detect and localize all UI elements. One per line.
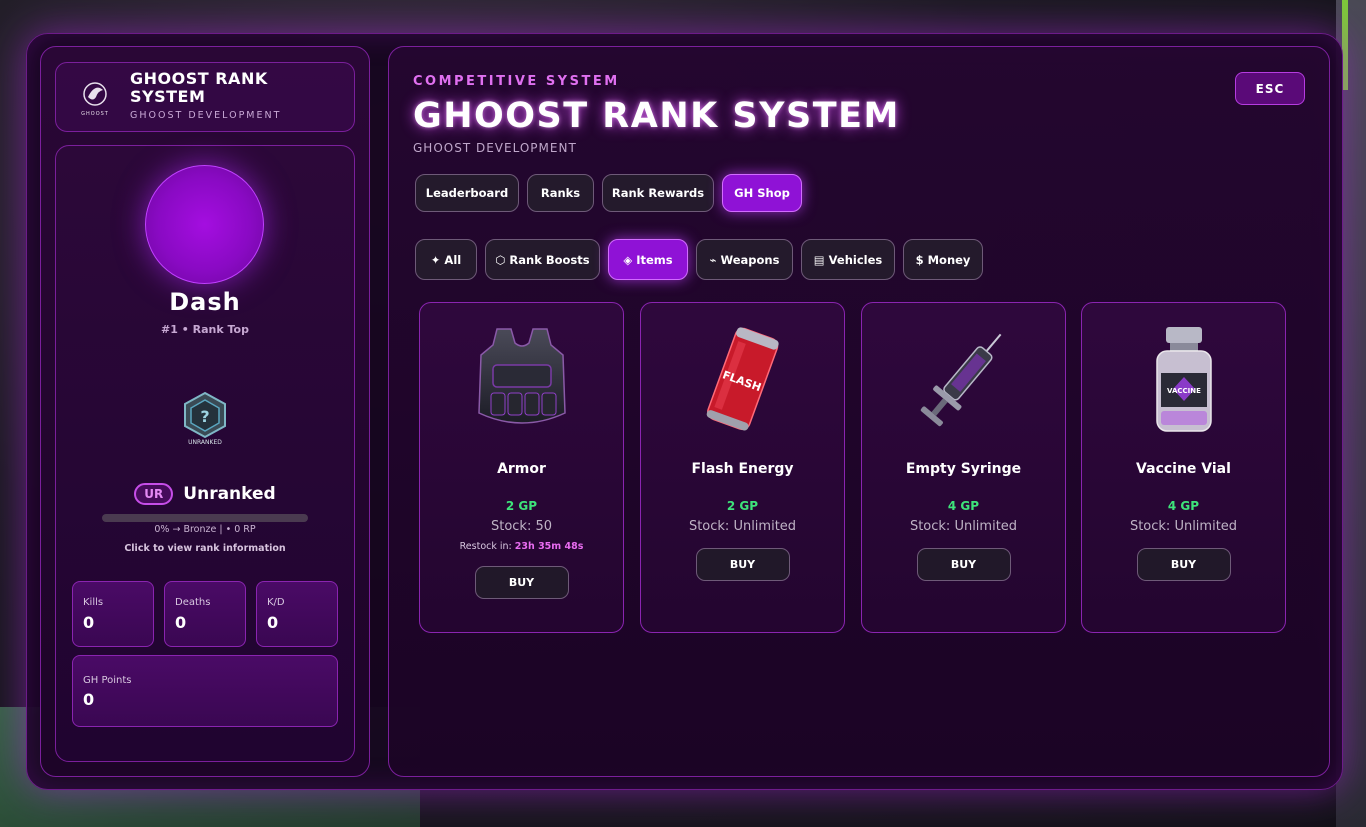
rank-row: UR Unranked: [55, 483, 355, 505]
item-price: 2 GP: [505, 499, 538, 513]
filter-weapons[interactable]: ⌁ Weapons: [696, 239, 793, 280]
item-stock: Stock: 50: [490, 519, 553, 534]
restock-label: Restock in:: [459, 541, 512, 552]
filter-items[interactable]: ◈ Items: [608, 239, 688, 280]
weapon-icon: ⌁: [709, 252, 717, 267]
shop-item-card-flash-energy: FLASH Flash Energy 2 GP Stock: Unlimited…: [640, 302, 845, 633]
filter-label: Money: [927, 252, 971, 267]
item-price: 4 GP: [1167, 499, 1200, 513]
item-stock: Stock: Unlimited: [909, 519, 1018, 534]
svg-text:?: ?: [200, 407, 209, 426]
shop-item-card-armor: Armor 2 GP Stock: 50 Restock in: 23h 35m…: [419, 302, 624, 633]
stat-kills: Kills 0: [72, 581, 154, 647]
tab-gh-shop[interactable]: GH Shop: [722, 174, 802, 212]
stat-kills-label: Kills: [83, 597, 104, 608]
armor-vest-icon: [477, 328, 566, 424]
hexagon-icon: ⬡: [495, 252, 506, 267]
section-kicker: COMPETITIVE SYSTEM: [413, 74, 620, 89]
energy-can-icon: FLASH: [706, 327, 779, 431]
stat-kd: K/D 0: [256, 581, 338, 647]
buy-button[interactable]: BUY: [695, 548, 790, 581]
page-subtitle: GHOOST DEVELOPMENT: [413, 141, 577, 155]
brand-title: GHOOST RANK SYSTEM: [130, 69, 268, 106]
vehicle-icon: ▤: [813, 252, 825, 267]
filter-label: Rank Boosts: [509, 252, 590, 267]
stat-deaths-label: Deaths: [175, 597, 211, 608]
filter-label: All: [444, 252, 462, 267]
filter-rank-boosts[interactable]: ⬡ Rank Boosts: [485, 239, 600, 280]
filter-vehicles[interactable]: ▤ Vehicles: [801, 239, 895, 280]
item-name: Flash Energy: [691, 461, 794, 477]
brand-header: GHOOST GHOOST RANK SYSTEM GHOOST DEVELOP…: [55, 62, 355, 132]
item-restock: Restock in: 23h 35m 48s: [420, 541, 623, 552]
player-rank-position: #1 • Rank Top: [161, 323, 249, 336]
close-button[interactable]: ESC: [1235, 72, 1305, 105]
buy-button[interactable]: BUY: [916, 548, 1011, 581]
stat-gh-points-value: 0: [83, 690, 95, 709]
rank-progress-bar: [102, 514, 308, 522]
brand-subtitle: GHOOST DEVELOPMENT: [130, 110, 282, 121]
svg-text:UNRANKED: UNRANKED: [188, 439, 222, 446]
item-stock: Stock: Unlimited: [688, 519, 797, 534]
stat-kd-label: K/D: [267, 597, 285, 608]
filter-label: Weapons: [720, 252, 780, 267]
player-name: Dash: [169, 288, 241, 316]
filter-money[interactable]: $ Money: [903, 239, 983, 280]
item-name: Empty Syringe: [905, 461, 1022, 477]
tab-rank-rewards[interactable]: Rank Rewards: [602, 174, 714, 212]
stat-kd-value: 0: [267, 613, 279, 632]
unranked-emblem-icon: ? UNRANKED: [184, 391, 226, 446]
sparkle-icon: ✦: [430, 252, 441, 267]
rank-info-link[interactable]: Click to view rank information: [55, 543, 355, 554]
syringe-icon: [920, 333, 1001, 427]
stat-kills-value: 0: [83, 613, 95, 632]
filter-label: Items: [636, 252, 673, 267]
avatar: [145, 165, 264, 284]
item-name: Armor: [497, 461, 546, 477]
ghoost-logo-icon: GHOOST: [81, 82, 109, 117]
item-price: 2 GP: [726, 499, 759, 513]
svg-text:VACCINE: VACCINE: [1167, 387, 1201, 395]
dollar-icon: $: [915, 252, 924, 267]
filter-all[interactable]: ✦ All: [415, 239, 477, 280]
filter-label: Vehicles: [828, 252, 883, 267]
tab-leaderboard[interactable]: Leaderboard: [415, 174, 519, 212]
rank-badge: UR: [134, 483, 174, 505]
rank-progress-text: 0% → Bronze | • 0 RP: [154, 524, 256, 535]
svg-text:GHOOST: GHOOST: [81, 111, 109, 117]
tab-ranks[interactable]: Ranks: [527, 174, 594, 212]
vial-icon: VACCINE: [1155, 327, 1212, 432]
stat-deaths-value: 0: [175, 613, 187, 632]
buy-button[interactable]: BUY: [1136, 548, 1231, 581]
buy-button[interactable]: BUY: [474, 566, 569, 599]
shop-item-card-vaccine-vial: VACCINE Vaccine Vial 4 GP Stock: Unlimit…: [1081, 302, 1286, 633]
stat-gh-points-label: GH Points: [83, 675, 132, 686]
shop-item-card-empty-syringe: Empty Syringe 4 GP Stock: Unlimited BUY: [861, 302, 1066, 633]
page-title: GHOOST RANK SYSTEM: [413, 96, 900, 136]
item-name: Vaccine Vial: [1136, 461, 1231, 477]
diamond-icon: ◈: [623, 252, 633, 267]
item-price: 4 GP: [947, 499, 980, 513]
rank-name: Unranked: [183, 484, 276, 504]
stat-deaths: Deaths 0: [164, 581, 246, 647]
item-stock: Stock: Unlimited: [1129, 519, 1238, 534]
restock-timer: 23h 35m 48s: [514, 541, 584, 552]
stat-gh-points: GH Points 0: [72, 655, 338, 727]
